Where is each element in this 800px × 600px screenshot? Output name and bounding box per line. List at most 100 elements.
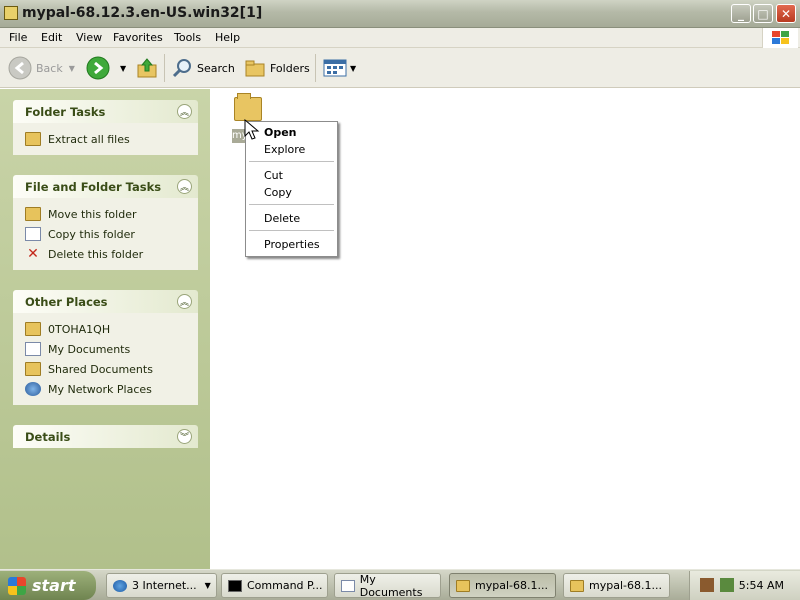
place-shared-documents[interactable]: Shared Documents	[25, 359, 198, 379]
context-menu: Open Explore Cut Copy Delete Properties	[245, 121, 338, 257]
taskbar-button-internet[interactable]: 3 Internet... ▼	[106, 573, 217, 598]
place-label: My Documents	[48, 342, 131, 356]
up-folder-button[interactable]	[136, 56, 158, 80]
collapse-icon[interactable]: ︽	[177, 104, 192, 119]
up-folder-icon	[137, 58, 157, 78]
taskbar-button-label: Command P...	[247, 579, 323, 592]
menu-separator	[249, 204, 334, 205]
shared-folder-icon	[25, 362, 41, 376]
menu-favorites[interactable]: Favorites	[113, 31, 163, 44]
start-label: start	[32, 576, 76, 595]
panel-title: Folder Tasks	[25, 105, 106, 119]
back-arrow-icon	[8, 56, 32, 80]
chevron-down-icon: ▼	[204, 581, 211, 590]
my-documents-icon	[25, 342, 41, 356]
place-my-network-places[interactable]: My Network Places	[25, 379, 198, 399]
network-icon	[25, 382, 41, 396]
my-documents-icon	[341, 579, 355, 592]
folders-button[interactable]: Folders	[244, 56, 310, 80]
back-button[interactable]: Back ▼	[8, 56, 75, 80]
collapse-icon[interactable]: ︽	[177, 179, 192, 194]
place-label: 0TOHA1QH	[48, 322, 111, 336]
maximize-button[interactable]: □	[753, 4, 773, 23]
folder-icon[interactable]	[234, 93, 262, 121]
mouse-cursor-icon	[244, 119, 260, 140]
clock: 5:54 AM	[738, 579, 784, 592]
menu-view[interactable]: View	[76, 31, 102, 44]
task-pane: Folder Tasks ︽ Extract all files File an…	[0, 89, 210, 569]
taskbar: start 3 Internet... ▼ Command P... My Do…	[0, 569, 800, 600]
menu-separator	[249, 230, 334, 231]
folder-icon	[25, 322, 41, 336]
chevron-down-icon: ▼	[68, 63, 75, 73]
delete-folder-link[interactable]: ✕ Delete this folder	[25, 244, 198, 264]
folders-label: Folders	[270, 61, 310, 75]
extract-all-files-link[interactable]: Extract all files	[25, 129, 198, 149]
menu-item-open[interactable]: Open	[264, 126, 297, 139]
internet-explorer-icon	[113, 579, 127, 592]
folders-icon	[245, 60, 265, 77]
system-tray: 5:54 AM	[689, 571, 800, 600]
toolbar: Back ▼ ▼ Search Folders ▼	[0, 48, 800, 88]
menu-item-properties[interactable]: Properties	[264, 238, 320, 251]
task-label: Delete this folder	[48, 247, 144, 261]
taskbar-button-my-documents[interactable]: My Documents	[334, 572, 441, 599]
forward-arrow-icon	[86, 56, 110, 80]
search-button[interactable]: Search	[171, 56, 235, 80]
command-prompt-icon	[228, 579, 242, 592]
forward-button[interactable]: ▼	[86, 56, 126, 80]
copy-icon	[25, 227, 41, 241]
move-folder-link[interactable]: Move this folder	[25, 204, 198, 224]
menu-tools[interactable]: Tools	[174, 31, 201, 44]
taskbar-button-command-prompt[interactable]: Command P...	[221, 573, 328, 598]
menu-bar: File Edit View Favorites Tools Help	[0, 28, 800, 48]
tray-icon[interactable]	[720, 578, 734, 592]
tray-icon[interactable]	[700, 578, 714, 592]
copy-folder-link[interactable]: Copy this folder	[25, 224, 198, 244]
search-icon	[172, 59, 191, 78]
back-label: Back	[36, 61, 63, 75]
folder-icon	[570, 579, 584, 592]
taskbar-button-mypal-active[interactable]: mypal-68.1...	[449, 573, 556, 598]
windows-flag-icon	[8, 576, 26, 595]
menu-file[interactable]: File	[9, 31, 27, 44]
other-places-panel: Other Places ︽ 0TOHA1QH My Documents Sha…	[13, 290, 198, 405]
menu-item-cut[interactable]: Cut	[264, 169, 283, 182]
windows-logo-icon	[762, 28, 798, 48]
menu-help[interactable]: Help	[215, 31, 240, 44]
panel-header[interactable]: Folder Tasks ︽	[13, 100, 198, 123]
folder-tasks-panel: Folder Tasks ︽ Extract all files	[13, 100, 198, 155]
toolbar-separator	[164, 54, 165, 82]
place-my-documents[interactable]: My Documents	[25, 339, 198, 359]
taskbar-button-mypal[interactable]: mypal-68.1...	[563, 573, 670, 598]
taskbar-button-label: mypal-68.1...	[589, 579, 662, 592]
panel-header[interactable]: Other Places ︽	[13, 290, 198, 313]
toolbar-separator	[315, 54, 316, 82]
expand-icon[interactable]: ︾	[177, 429, 192, 444]
place-0tOHA1QH[interactable]: 0TOHA1QH	[25, 319, 198, 339]
menu-item-delete[interactable]: Delete	[264, 212, 300, 225]
panel-header[interactable]: Details ︾	[13, 425, 198, 448]
menu-separator	[249, 161, 334, 162]
task-label: Extract all files	[48, 132, 130, 146]
task-label: Copy this folder	[48, 227, 135, 241]
minimize-button[interactable]: _	[731, 4, 751, 23]
taskbar-button-label: mypal-68.1...	[475, 579, 548, 592]
folder-icon	[4, 6, 18, 20]
start-button[interactable]: start	[0, 571, 96, 600]
title-bar: mypal-68.12.3.en-US.win32[1] _ □ ✕	[0, 0, 800, 28]
panel-title: Other Places	[25, 295, 108, 309]
menu-item-explore[interactable]: Explore	[264, 143, 305, 156]
search-label: Search	[197, 61, 235, 75]
collapse-icon[interactable]: ︽	[177, 294, 192, 309]
chevron-down-icon: ▼	[350, 63, 357, 73]
panel-header[interactable]: File and Folder Tasks ︽	[13, 175, 198, 198]
views-button[interactable]: ▼	[323, 56, 356, 80]
task-label: Move this folder	[48, 207, 137, 221]
place-label: Shared Documents	[48, 362, 153, 376]
taskbar-button-label: My Documents	[359, 572, 423, 599]
place-label: My Network Places	[48, 382, 152, 396]
close-button[interactable]: ✕	[776, 4, 796, 23]
menu-edit[interactable]: Edit	[41, 31, 62, 44]
menu-item-copy[interactable]: Copy	[264, 186, 292, 199]
